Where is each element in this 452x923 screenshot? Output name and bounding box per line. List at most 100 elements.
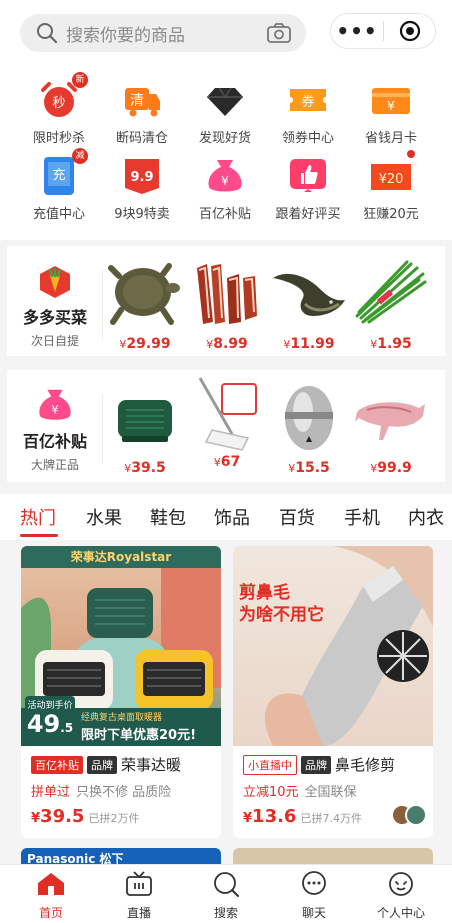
- avatar: [405, 804, 427, 826]
- nav-search[interactable]: 搜索: [181, 871, 271, 921]
- nav-chat[interactable]: 聊天: [269, 871, 359, 921]
- money-bag-icon: ¥: [205, 156, 245, 196]
- profile-icon: [389, 872, 413, 896]
- grid-item-subsidy[interactable]: ¥ 百亿补贴: [180, 156, 270, 222]
- grocery-product-chives[interactable]: ¥1.95: [351, 256, 431, 352]
- chives-image: [351, 256, 431, 332]
- sold-count: 已拼7.4万件: [300, 812, 362, 825]
- grocery-section[interactable]: 多多买菜 次日自提 ¥29.99 ¥8.99 ¥11.99 ¥1.95: [7, 246, 445, 356]
- nav-live[interactable]: 直播: [94, 871, 184, 921]
- eel-image: [269, 256, 349, 332]
- tab-general[interactable]: 百货: [279, 504, 315, 530]
- close-program-button[interactable]: [384, 20, 435, 42]
- grocery-header[interactable]: 多多买菜 次日自提: [7, 246, 103, 356]
- card-icon: ¥: [371, 80, 411, 120]
- tab-accessories[interactable]: 饰品: [214, 504, 250, 530]
- bottom-nav: 首页 直播 搜索 聊天 个人中心: [0, 864, 452, 923]
- tab-hot[interactable]: 热门: [20, 504, 56, 530]
- svg-text:充: 充: [52, 167, 65, 183]
- thumbs-up-icon: [288, 156, 328, 196]
- svg-text:券: 券: [301, 94, 314, 110]
- promo-price-tag: 活动到手价 49.5: [25, 696, 75, 744]
- price: ¥1.95: [370, 336, 412, 352]
- grid-item-earn[interactable]: ¥20 狂赚20元: [346, 150, 436, 222]
- section-divider: [102, 270, 103, 340]
- brand-tag: 品牌: [301, 755, 331, 774]
- grocery-product-eel[interactable]: ¥11.99: [269, 256, 349, 352]
- nav-label: 个人中心: [376, 906, 425, 920]
- price: ¥39.5: [124, 460, 166, 476]
- card-title-row: 小直播中 品牌 鼻毛修剪: [233, 746, 433, 775]
- subsidy-product-lamb[interactable]: ¥99.9: [351, 380, 431, 476]
- tab-phones[interactable]: 手机: [344, 504, 380, 530]
- grid-item-coupons[interactable]: 券 领券中心: [263, 80, 353, 146]
- grocery-product-bacon[interactable]: ¥8.99: [187, 256, 267, 352]
- price: ¥15.5: [288, 460, 330, 476]
- card-price-row: ¥13.6 已拼7.4万件: [233, 800, 433, 827]
- subsidy-product-egg-timer[interactable]: ¥15.5: [269, 376, 349, 476]
- badge-new: 新: [72, 72, 88, 88]
- subsidy-section[interactable]: ¥ 百亿补贴 大牌正品 ¥39.5 ¥67 ¥15.5 ¥99.9: [7, 370, 445, 482]
- camera-icon[interactable]: [266, 22, 292, 44]
- svg-text:¥: ¥: [221, 174, 229, 188]
- top-panel: 搜索你要的商品 ••• 秒 新 限时秒杀 清 断码清仓 发现好货 券 领券中心 …: [0, 0, 452, 240]
- price: ¥8.99: [206, 336, 248, 352]
- tv-icon: [126, 871, 152, 896]
- product-card[interactable]: 荣事达Royalstar 活动到手价 49.5 经典复古桌面取暖器 限时下单优惠…: [21, 546, 221, 838]
- grid-item-recharge[interactable]: 充 减 充值中心: [14, 148, 104, 222]
- nav-home[interactable]: 首页: [6, 871, 96, 921]
- service-highlight: 立减10元: [243, 785, 299, 800]
- badge-discount: 减: [72, 148, 88, 164]
- tab-shoes-bags[interactable]: 鞋包: [150, 504, 186, 530]
- product-image: 荣事达Royalstar 活动到手价 49.5 经典复古桌面取暖器 限时下单优惠…: [21, 546, 221, 746]
- tab-underwear[interactable]: 内衣: [408, 504, 444, 530]
- promo-price: 49: [26, 710, 61, 738]
- tab-fruit[interactable]: 水果: [86, 504, 122, 530]
- mop-image: [187, 374, 267, 456]
- brand-logo: 荣事达Royalstar: [21, 546, 221, 568]
- promo-subtitle: 经典复古桌面取暖器: [81, 713, 163, 723]
- subsidy-product-mop[interactable]: ¥67: [187, 374, 267, 470]
- subsidy-tag: 百亿补贴: [31, 755, 83, 774]
- svg-text:秒: 秒: [52, 96, 65, 111]
- subsidy-product-heater[interactable]: ¥39.5: [105, 380, 185, 476]
- nav-label: 聊天: [301, 906, 326, 920]
- service-info: 只换不修 品质险: [76, 785, 172, 800]
- search-bar[interactable]: 搜索你要的商品: [20, 14, 306, 52]
- product-card[interactable]: 剪鼻毛 为啥不用它 小直播中 品牌 鼻毛修剪 立减10元 全国联保 ¥13.6 已拼…: [233, 546, 433, 838]
- brand-tag: 品牌: [87, 755, 117, 774]
- card-service-row: 拼单过 只换不修 品质险: [21, 775, 221, 800]
- service-highlight: 拼单过: [31, 785, 71, 800]
- subsidy-header[interactable]: ¥ 百亿补贴 大牌正品: [7, 370, 103, 482]
- search-placeholder: 搜索你要的商品: [66, 25, 185, 46]
- nav-profile[interactable]: 个人中心: [356, 871, 446, 921]
- svg-text:¥: ¥: [51, 403, 58, 417]
- grid-item-nine-nine[interactable]: 9.9 9块9特卖: [97, 156, 187, 222]
- card-price: 39.5: [40, 806, 85, 827]
- grid-item-flash-sale[interactable]: 秒 新 限时秒杀: [14, 72, 104, 146]
- turtle-image: [105, 256, 185, 332]
- grid-item-clearance[interactable]: 清 断码清仓: [97, 80, 187, 146]
- grid-label: 9块9特卖: [114, 207, 170, 222]
- more-button[interactable]: •••: [331, 13, 383, 49]
- red-packet-icon: ¥20: [369, 150, 415, 196]
- live-tag: 小直播中: [243, 754, 297, 775]
- promo-banner: 限时下单优惠20元!: [81, 728, 197, 743]
- grocery-subtitle: 次日自提: [30, 334, 79, 348]
- grocery-product-turtle[interactable]: ¥29.99: [105, 256, 185, 352]
- card-title: 荣事达暖: [121, 756, 182, 774]
- grid-item-good-reviews[interactable]: 跟着好评买: [263, 156, 353, 222]
- grid-label: 限时秒杀: [32, 131, 85, 146]
- grid-label: 充值中心: [32, 207, 85, 222]
- section-divider: [102, 394, 103, 464]
- card-price-row: ¥39.5 已拼2万件: [31, 806, 140, 827]
- grid-label: 断码清仓: [115, 131, 168, 146]
- card-title: 鼻毛修剪: [335, 756, 396, 774]
- grid-label: 领券中心: [281, 131, 334, 146]
- price: ¥67: [213, 454, 241, 470]
- grid-item-discover[interactable]: 发现好货: [180, 80, 270, 146]
- money-bag-icon: ¥: [39, 389, 71, 420]
- grid-item-month-card[interactable]: ¥ 省钱月卡: [346, 80, 436, 146]
- tab-indicator: [20, 534, 58, 537]
- chat-icon: [302, 871, 326, 895]
